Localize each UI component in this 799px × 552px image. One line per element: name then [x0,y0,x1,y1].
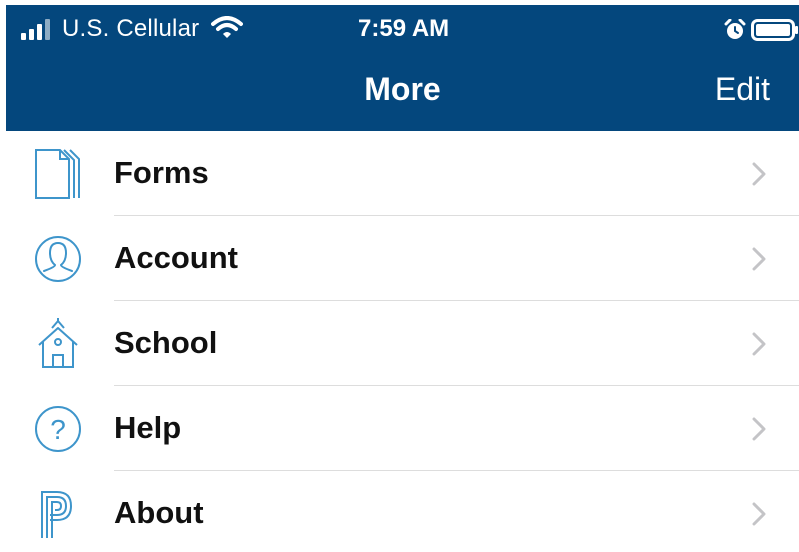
help-icon: ? [35,406,81,452]
more-screen: U.S. Cellular 7:59 AM More Edit Forms Ac… [0,0,799,552]
status-time: 7:59 AM [358,15,450,42]
menu-item-label: School [114,325,218,360]
cellular-signal-icon [21,19,50,40]
forms-icon [35,149,80,199]
more-menu-list: Forms Account School ? Help About [0,131,799,552]
menu-item-label: Help [114,410,182,445]
menu-item-school[interactable]: School [0,301,799,386]
chevron-right-icon [752,502,766,526]
chevron-right-icon [752,162,766,186]
menu-item-label: Account [114,240,238,275]
edit-button[interactable]: Edit [715,71,770,108]
svg-text:?: ? [50,414,66,445]
about-icon [41,491,73,538]
battery-icon [751,19,798,41]
page-title: More [364,71,441,107]
menu-item-help[interactable]: ? Help [0,386,799,471]
alarm-clock-icon [724,19,746,39]
chevron-right-icon [752,417,766,441]
menu-item-account[interactable]: Account [0,216,799,301]
school-icon [38,318,78,368]
chevron-right-icon [752,332,766,356]
carrier-name: U.S. Cellular [62,15,200,42]
account-icon [35,236,81,282]
menu-item-forms[interactable]: Forms [0,131,799,216]
chevron-right-icon [752,247,766,271]
app-header: U.S. Cellular 7:59 AM More Edit [6,5,799,131]
menu-item-label: About [114,495,204,530]
menu-item-label: Forms [114,155,209,190]
menu-item-about[interactable]: About [0,471,799,552]
wifi-icon [211,16,243,38]
status-bar: U.S. Cellular 7:59 AM [6,5,799,51]
